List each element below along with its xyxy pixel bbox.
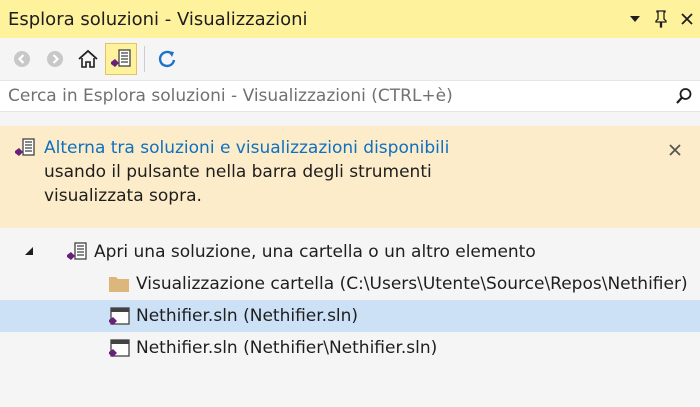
back-icon xyxy=(14,51,30,67)
solution-explorer-panel: Esplora soluzioni - Visualizzazioni Cerc… xyxy=(0,0,700,407)
tree-item-label: Nethifier.sln (Nethifier.sln) xyxy=(136,306,359,326)
switch-views-button[interactable] xyxy=(105,43,137,75)
switch-views-icon xyxy=(15,138,35,156)
forward-button[interactable] xyxy=(39,43,71,75)
switch-views-icon xyxy=(111,49,131,67)
chevron-down-icon xyxy=(630,16,640,22)
info-text-line2: usando il pulsante nella barra degli str… xyxy=(44,162,432,182)
search-input[interactable]: Cerca in Esplora soluzioni - Visualizzaz… xyxy=(8,86,668,106)
collapse-arrow-icon[interactable] xyxy=(24,246,36,259)
tree-root[interactable]: Apri una soluzione, una cartella o un al… xyxy=(0,236,700,268)
home-icon xyxy=(78,49,98,68)
toolbar-separator xyxy=(144,46,145,72)
close-icon xyxy=(669,144,681,156)
switch-views-icon xyxy=(66,241,88,263)
refresh-button[interactable] xyxy=(151,43,183,75)
tree-item-label: Nethifier.sln (Nethifier\Nethifier.sln) xyxy=(136,338,438,358)
dropdown-button[interactable] xyxy=(622,4,648,34)
info-bar: Alterna tra soluzioni e visualizzazioni … xyxy=(0,126,700,228)
panel-titlebar: Esplora soluzioni - Visualizzazioni xyxy=(0,0,700,38)
solution-tree: Apri una soluzione, una cartella o un al… xyxy=(0,236,700,364)
close-icon xyxy=(681,13,693,25)
forward-icon xyxy=(47,51,63,67)
info-close-button[interactable] xyxy=(668,140,682,162)
pin-icon xyxy=(655,10,667,28)
tree-item-label: Visualizzazione cartella (C:\Users\Utent… xyxy=(136,274,688,294)
info-text-line3: visualizzata sopra. xyxy=(44,186,202,206)
refresh-icon xyxy=(158,50,176,68)
solution-icon xyxy=(108,337,130,359)
solution-icon xyxy=(108,305,130,327)
search-box[interactable]: Cerca in Esplora soluzioni - Visualizzaz… xyxy=(0,80,700,112)
search-icon[interactable] xyxy=(668,87,700,105)
panel-title: Esplora soluzioni - Visualizzazioni xyxy=(8,8,308,30)
explorer-toolbar xyxy=(0,38,700,80)
home-button[interactable] xyxy=(72,43,104,75)
close-button[interactable] xyxy=(674,4,700,34)
folder-icon xyxy=(108,273,130,295)
tree-root-label: Apri una soluzione, una cartella o un al… xyxy=(94,242,536,262)
tree-item-solution-1[interactable]: Nethifier.sln (Nethifier.sln) xyxy=(0,300,700,332)
tree-item-solution-2[interactable]: Nethifier.sln (Nethifier\Nethifier.sln) xyxy=(0,332,700,364)
tree-item-folder-view[interactable]: Visualizzazione cartella (C:\Users\Utent… xyxy=(0,268,700,300)
info-link[interactable]: Alterna tra soluzioni e visualizzazioni … xyxy=(44,136,449,160)
pin-button[interactable] xyxy=(648,4,674,34)
back-button[interactable] xyxy=(6,43,38,75)
